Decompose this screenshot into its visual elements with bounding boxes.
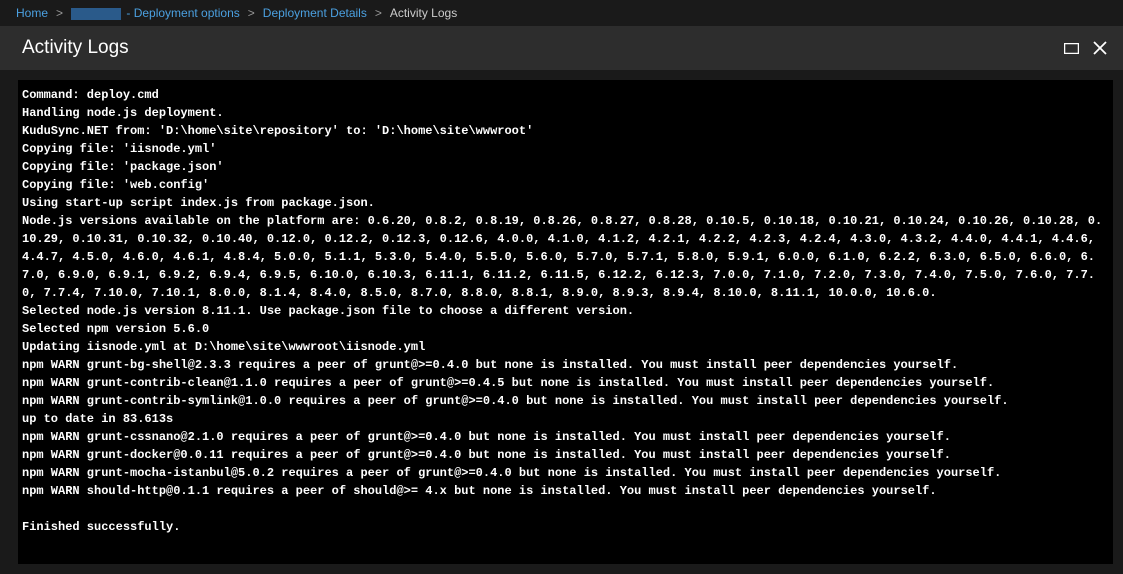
header-controls [1064,41,1107,55]
log-line: Using start-up script index.js from pack… [22,194,1109,212]
log-line [22,500,1109,518]
log-line: Copying file: 'web.config' [22,176,1109,194]
chevron-right-icon: > [375,6,382,20]
breadcrumb-current: Activity Logs [390,6,457,20]
chevron-right-icon: > [56,6,63,20]
breadcrumb-app-suffix: - Deployment options [123,6,240,20]
log-line: npm WARN should-http@0.1.1 requires a pe… [22,482,1109,500]
log-line: Finished successfully. [22,518,1109,536]
breadcrumb: Home > - Deployment options > Deployment… [0,0,1123,26]
log-line: Selected npm version 5.6.0 [22,320,1109,338]
log-line: Command: deploy.cmd [22,86,1109,104]
log-line: Node.js versions available on the platfo… [22,212,1109,302]
page-title: Activity Logs [22,37,129,59]
blade-header: Activity Logs [0,26,1123,70]
log-line: npm WARN grunt-docker@0.0.11 requires a … [22,446,1109,464]
breadcrumb-app[interactable]: - Deployment options [71,6,240,20]
log-line: Updating iisnode.yml at D:\home\site\www… [22,338,1109,356]
log-line: up to date in 83.613s [22,410,1109,428]
log-line: Copying file: 'iisnode.yml' [22,140,1109,158]
breadcrumb-home[interactable]: Home [16,6,48,20]
log-line: Selected node.js version 8.11.1. Use pac… [22,302,1109,320]
log-line: Handling node.js deployment. [22,104,1109,122]
log-line: npm WARN grunt-bg-shell@2.3.3 requires a… [22,356,1109,374]
log-line: npm WARN grunt-contrib-symlink@1.0.0 req… [22,392,1109,410]
log-line: Copying file: 'package.json' [22,158,1109,176]
close-icon[interactable] [1093,41,1107,55]
log-line: KuduSync.NET from: 'D:\home\site\reposit… [22,122,1109,140]
log-line: npm WARN grunt-cssnano@2.1.0 requires a … [22,428,1109,446]
breadcrumb-deployment-details[interactable]: Deployment Details [263,6,367,20]
maximize-icon[interactable] [1064,43,1079,54]
redacted-app-name [71,8,121,20]
log-line: npm WARN grunt-contrib-clean@1.1.0 requi… [22,374,1109,392]
chevron-right-icon: > [248,6,255,20]
log-output[interactable]: Command: deploy.cmdHandling node.js depl… [18,80,1113,564]
log-line: npm WARN grunt-mocha-istanbul@5.0.2 requ… [22,464,1109,482]
